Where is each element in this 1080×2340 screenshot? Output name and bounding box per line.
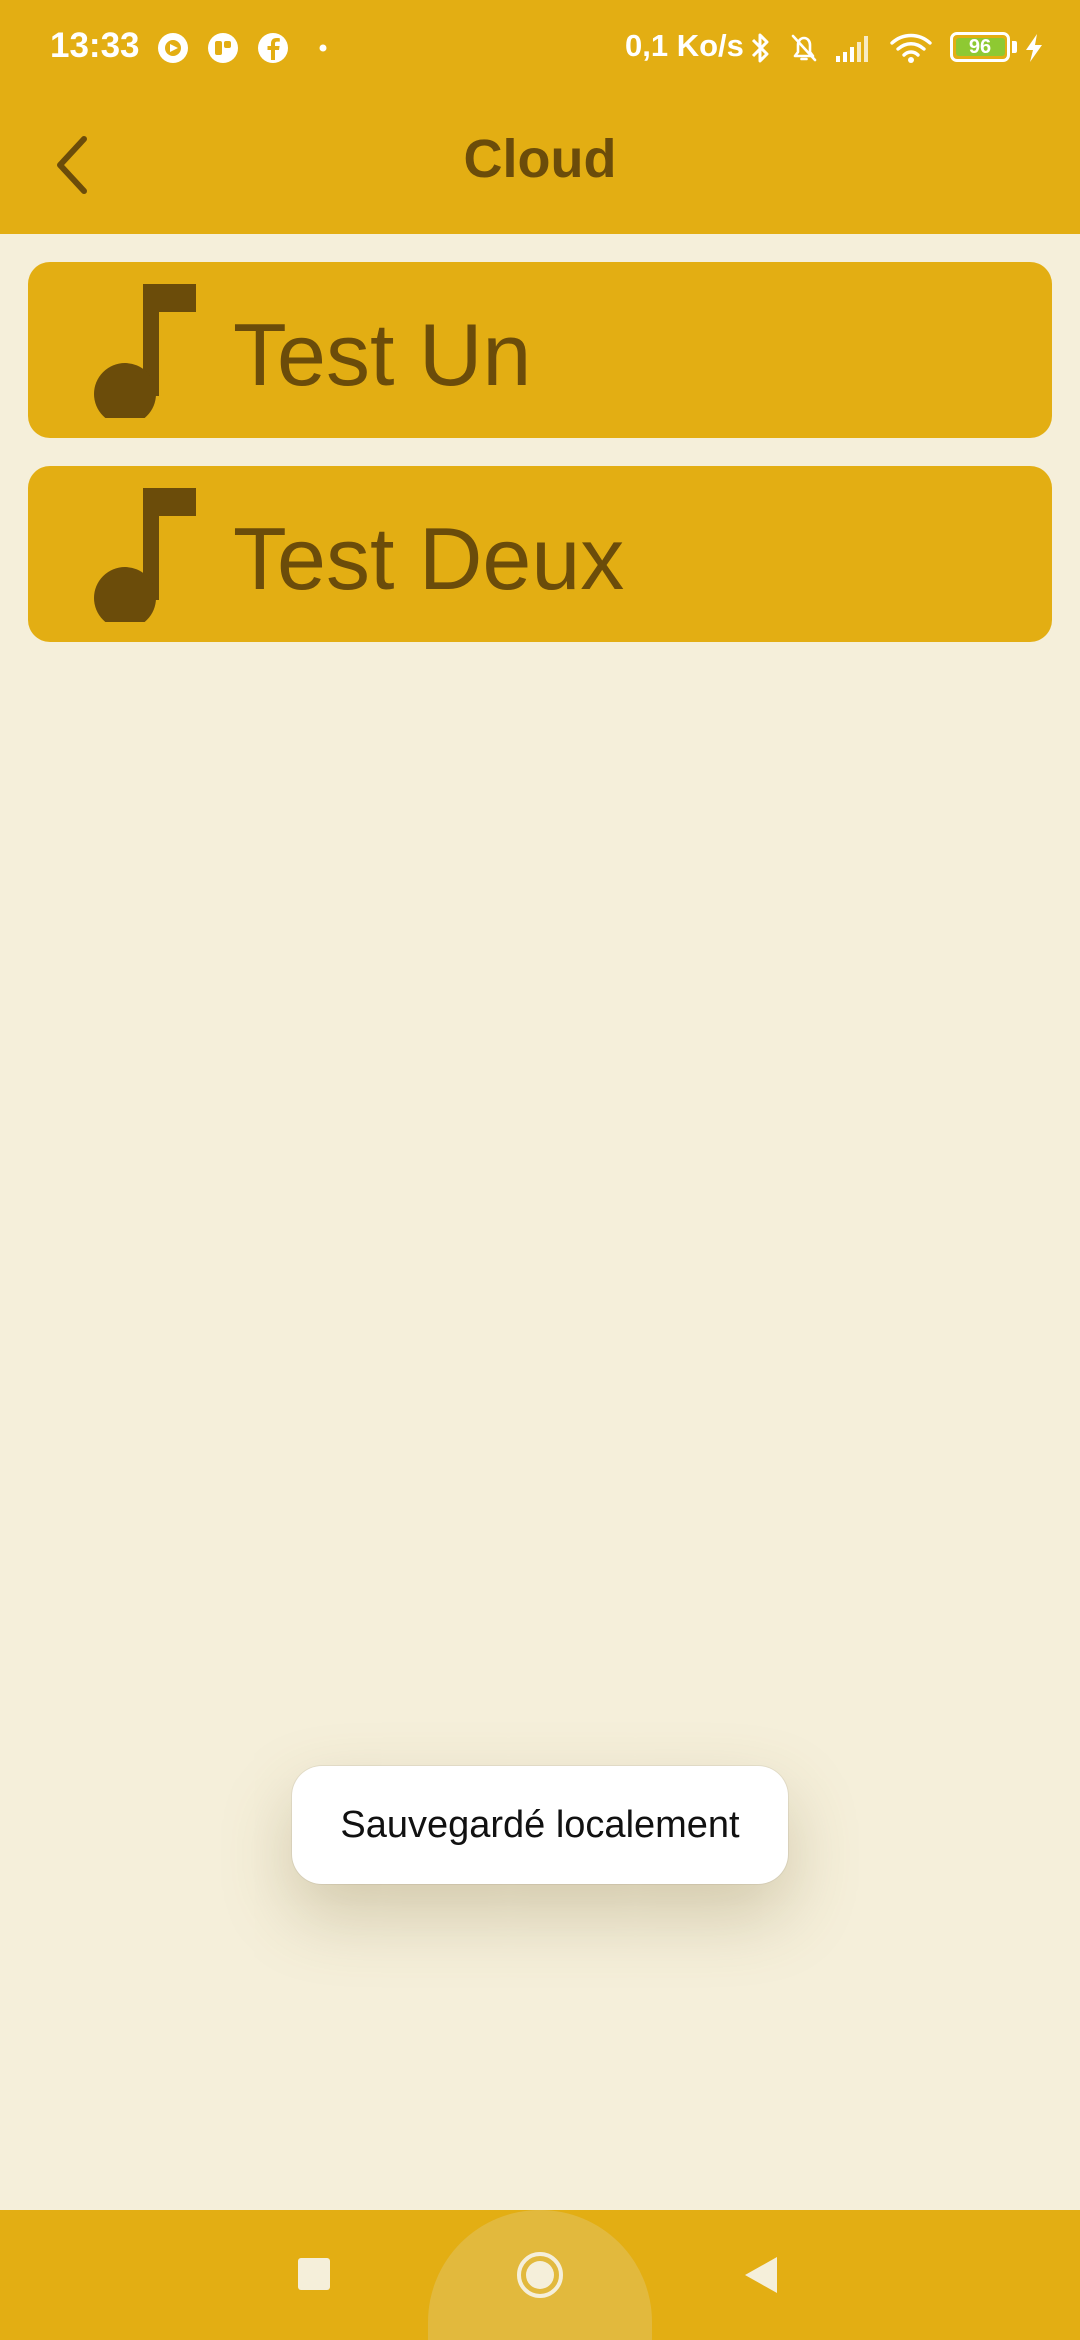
- app-bar: 13:33 0,1 Ko/s 96 Cloud: [0, 0, 1080, 234]
- toast-message: Sauvegardé localement: [292, 1766, 788, 1884]
- status-time: 13:33: [50, 26, 140, 65]
- charging-icon: [1026, 34, 1042, 62]
- mute-bell-icon: [791, 34, 817, 62]
- network-speed: 0,1 Ko/s: [625, 28, 744, 63]
- battery-level: 96: [968, 36, 992, 58]
- recents-square-icon[interactable]: [298, 2258, 330, 2290]
- facebook-icon: [258, 33, 288, 63]
- list-item-label: Test Deux: [233, 509, 625, 608]
- page-title: Cloud: [463, 129, 617, 189]
- list-item[interactable]: Test Un: [28, 262, 1052, 438]
- back-triangle-icon[interactable]: [742, 2254, 780, 2296]
- camera-app-icon: [208, 33, 238, 63]
- signal-icon: [836, 36, 868, 62]
- status-bar: 13:33 0,1 Ko/s 96: [0, 0, 1080, 96]
- wifi-icon: [890, 33, 932, 63]
- music-app-icon: [158, 33, 188, 63]
- notification-dot-icon: [319, 44, 327, 52]
- music-note-icon: [94, 284, 196, 418]
- list-item[interactable]: Test Deux: [28, 466, 1052, 642]
- music-note-icon: [94, 488, 196, 622]
- navigation-bar: [0, 2210, 1080, 2340]
- battery-tip: [1012, 41, 1017, 53]
- list-item-label: Test Un: [233, 305, 532, 404]
- home-circle-icon[interactable]: [515, 2250, 565, 2300]
- bluetooth-icon: [751, 33, 769, 63]
- battery-icon: 96: [950, 32, 1010, 62]
